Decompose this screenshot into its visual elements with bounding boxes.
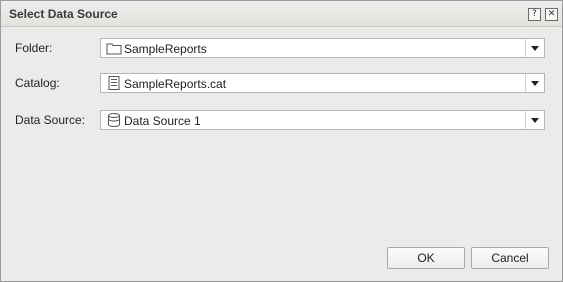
catalog-select[interactable]: SampleReports.cat bbox=[100, 73, 545, 93]
chevron-down-icon[interactable] bbox=[525, 111, 544, 129]
data-source-value: Data Source 1 bbox=[124, 114, 201, 128]
select-data-source-dialog: Select Data Source ? ✕ Folder: SampleRep… bbox=[0, 0, 563, 282]
folder-select[interactable]: SampleReports bbox=[100, 38, 545, 58]
dialog-title: Select Data Source bbox=[9, 7, 118, 21]
cancel-button[interactable]: Cancel bbox=[471, 247, 549, 269]
database-icon bbox=[106, 113, 122, 127]
chevron-down-icon[interactable] bbox=[525, 74, 544, 92]
close-button[interactable]: ✕ bbox=[545, 8, 558, 21]
dialog-title-bar: Select Data Source ? ✕ bbox=[1, 1, 562, 27]
help-button[interactable]: ? bbox=[528, 8, 541, 21]
ok-button[interactable]: OK bbox=[387, 247, 465, 269]
catalog-file-icon bbox=[106, 76, 122, 90]
folder-value: SampleReports bbox=[124, 42, 207, 56]
catalog-label: Catalog: bbox=[15, 76, 60, 90]
chevron-down-icon[interactable] bbox=[525, 39, 544, 57]
folder-icon bbox=[106, 41, 122, 55]
data-source-select[interactable]: Data Source 1 bbox=[100, 110, 545, 130]
catalog-value: SampleReports.cat bbox=[124, 77, 227, 91]
folder-label: Folder: bbox=[15, 41, 53, 55]
data-source-label: Data Source: bbox=[15, 113, 86, 127]
